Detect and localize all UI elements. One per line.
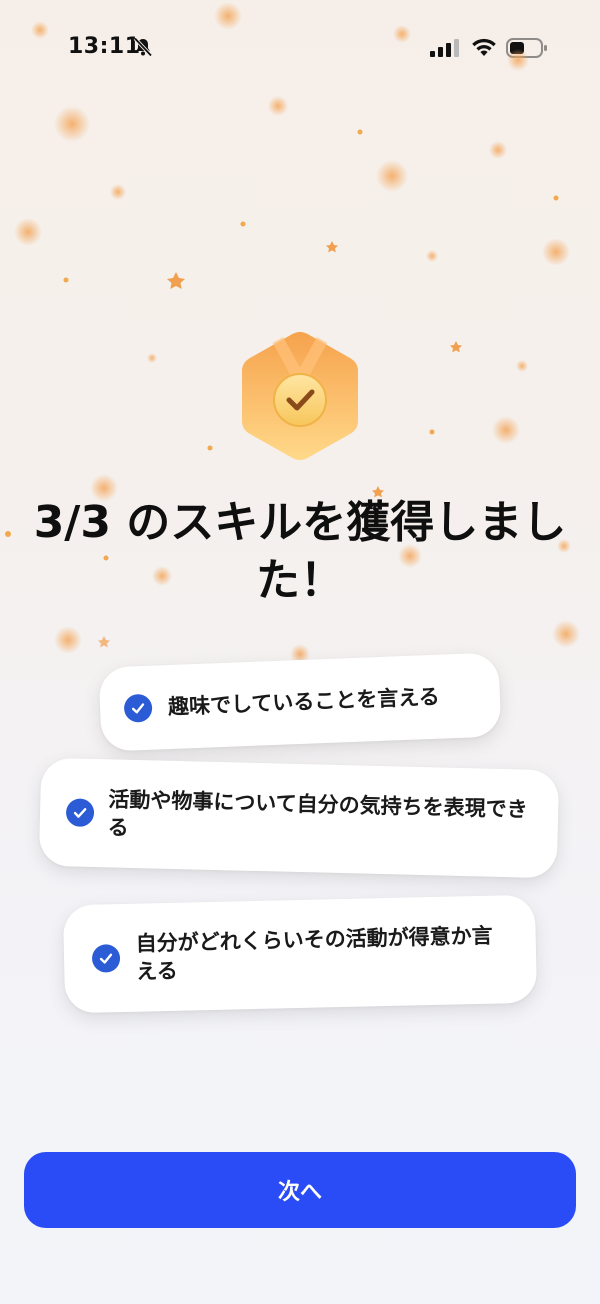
medal-check-icon bbox=[242, 332, 358, 460]
page-title: 3/3 のスキルを獲得しました！ bbox=[33, 497, 567, 606]
check-circle-icon bbox=[91, 944, 121, 973]
skill-label: 自分がどれくらいその活動が得意か言える bbox=[135, 923, 493, 984]
cellular-signal-icon bbox=[430, 39, 459, 57]
battery-icon bbox=[506, 38, 547, 58]
bell-slash-icon bbox=[133, 37, 153, 57]
wifi-icon bbox=[472, 38, 496, 56]
skill-card-2: 活動や物事について自分の気持ちを表現できる bbox=[38, 757, 560, 879]
skill-label: 活動や物事について自分の気持ちを表現できる bbox=[107, 787, 528, 840]
skill-card-3: 自分がどれくらいその活動が得意か言える bbox=[62, 894, 538, 1014]
check-circle-icon bbox=[123, 693, 153, 723]
skill-card-1: 趣味でしていることを言える bbox=[98, 652, 502, 752]
next-button[interactable]: 次へ bbox=[24, 1152, 576, 1228]
check-circle-icon bbox=[65, 798, 95, 827]
skill-label: 趣味でしていることを言える bbox=[167, 684, 441, 720]
status-bar: 13:11 bbox=[0, 0, 600, 96]
status-time: 13:11 bbox=[68, 34, 141, 59]
